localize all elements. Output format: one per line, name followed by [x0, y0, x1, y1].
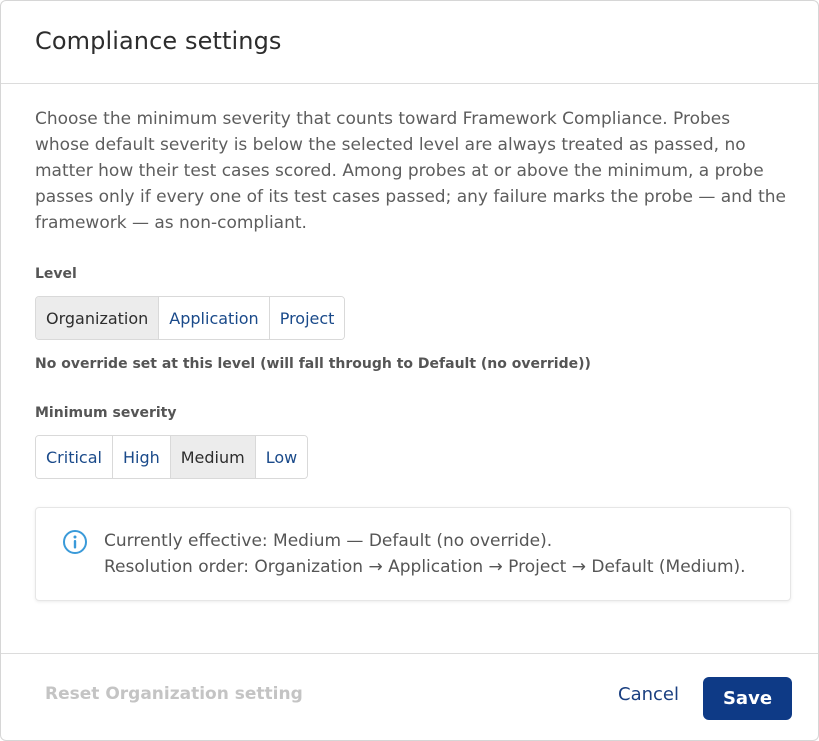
dialog-title: Compliance settings: [35, 27, 282, 55]
info-icon: [63, 530, 87, 554]
reset-organization-setting-button[interactable]: Reset Organization setting: [45, 684, 303, 704]
dialog-body: Choose the minimum severity that counts …: [1, 84, 818, 601]
severity-option-critical[interactable]: Critical: [36, 436, 112, 478]
dialog-footer: Reset Organization setting Cancel Save: [1, 653, 818, 741]
level-option-application[interactable]: Application: [158, 297, 269, 339]
level-option-organization[interactable]: Organization: [36, 297, 159, 339]
currently-effective-text: Currently effective: Medium — Default (n…: [104, 531, 553, 551]
severity-segmented-control: Critical High Medium Low: [35, 435, 309, 479]
resolution-order-text: Resolution order: Organization → Applica…: [104, 557, 746, 577]
description-text: Choose the minimum severity that counts …: [35, 109, 787, 233]
severity-option-high[interactable]: High: [111, 436, 170, 478]
save-button[interactable]: Save: [703, 677, 792, 720]
severity-option-low[interactable]: Low: [254, 436, 308, 478]
cancel-button[interactable]: Cancel: [618, 684, 679, 705]
compliance-settings-dialog: Compliance settings Choose the minimum s…: [0, 0, 819, 741]
level-option-project[interactable]: Project: [268, 297, 345, 339]
effective-setting-info-box: Currently effective: Medium — Default (n…: [35, 507, 791, 601]
dialog-header: Compliance settings: [1, 1, 818, 84]
info-text: Currently effective: Medium — Default (n…: [104, 528, 746, 580]
severity-option-medium[interactable]: Medium: [169, 436, 255, 478]
override-note: No override set at this level (will fall…: [35, 356, 591, 372]
level-label: Level: [35, 266, 77, 282]
level-segmented-control: Organization Application Project: [35, 296, 346, 340]
minimum-severity-label: Minimum severity: [35, 405, 177, 421]
